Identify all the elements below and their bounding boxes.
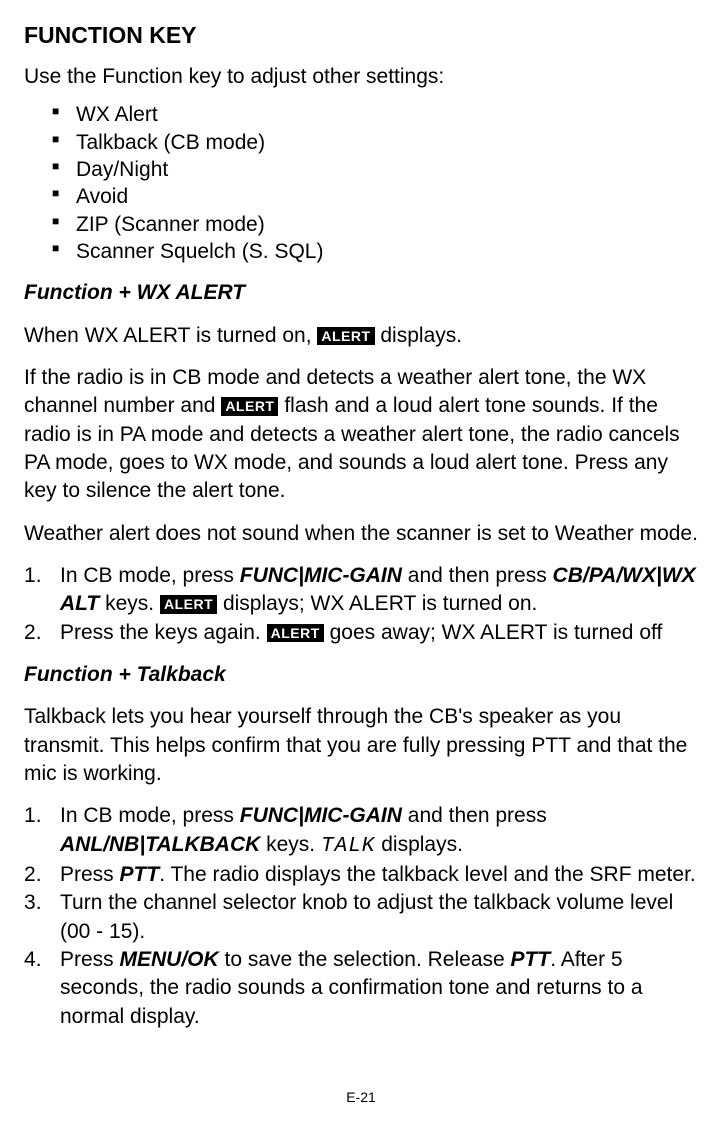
- paragraph: Talkback lets you hear yourself through …: [24, 703, 702, 788]
- key-label: PTT: [511, 948, 551, 971]
- text: keys.: [260, 833, 321, 856]
- step: Press the keys again. ALERT goes away; W…: [24, 619, 702, 647]
- key-label: ANL/NB|TALKBACK: [60, 833, 260, 856]
- step: In CB mode, press FUNC|MIC-GAIN and then…: [24, 802, 702, 861]
- display-text: TALK: [321, 835, 375, 858]
- paragraph: If the radio is in CB mode and detects a…: [24, 364, 702, 506]
- key-label: FUNC|MIC-GAIN: [240, 804, 402, 827]
- text: and then press: [402, 564, 553, 587]
- alert-badge: ALERT: [267, 624, 324, 643]
- subsection-heading-talkback: Function + Talkback: [24, 661, 702, 689]
- text: In CB mode, press: [60, 804, 240, 827]
- text: displays.: [375, 324, 463, 347]
- text: displays.: [375, 833, 463, 856]
- paragraph: Weather alert does not sound when the sc…: [24, 520, 702, 548]
- paragraph: When WX ALERT is turned on, ALERT displa…: [24, 322, 702, 350]
- wx-steps: In CB mode, press FUNC|MIC-GAIN and then…: [24, 562, 702, 647]
- page-number: E-21: [0, 1088, 722, 1107]
- list-item: Avoid: [52, 183, 702, 210]
- settings-list: WX Alert Talkback (CB mode) Day/Night Av…: [52, 101, 702, 265]
- text: keys.: [99, 592, 160, 615]
- step: In CB mode, press FUNC|MIC-GAIN and then…: [24, 562, 702, 619]
- list-item: WX Alert: [52, 101, 702, 128]
- list-item: Day/Night: [52, 156, 702, 183]
- step: Press PTT. The radio displays the talkba…: [24, 861, 702, 889]
- key-label: FUNC|MIC-GAIN: [240, 564, 402, 587]
- alert-badge: ALERT: [160, 595, 217, 614]
- text: Press: [60, 948, 120, 971]
- text: and then press: [402, 804, 547, 827]
- text: goes away; WX ALERT is turned off: [324, 621, 663, 644]
- list-item: Scanner Squelch (S. SQL): [52, 238, 702, 265]
- text: Press the keys again.: [60, 621, 267, 644]
- intro-text: Use the Function key to adjust other set…: [24, 63, 702, 91]
- talkback-steps: In CB mode, press FUNC|MIC-GAIN and then…: [24, 802, 702, 1031]
- step: Turn the channel selector knob to adjust…: [24, 889, 702, 946]
- key-label: MENU/OK: [120, 948, 219, 971]
- text: In CB mode, press: [60, 564, 240, 587]
- step: Press MENU/OK to save the selection. Rel…: [24, 946, 702, 1031]
- alert-badge: ALERT: [221, 397, 278, 416]
- subsection-heading-wx: Function + WX ALERT: [24, 279, 702, 307]
- list-item: ZIP (Scanner mode): [52, 211, 702, 238]
- section-heading: FUNCTION KEY: [24, 20, 702, 51]
- text: . The radio displays the talkback level …: [159, 863, 696, 886]
- text: to save the selection. Release: [219, 948, 511, 971]
- key-label: PTT: [120, 863, 160, 886]
- text: displays; WX ALERT is turned on.: [217, 592, 537, 615]
- text: Press: [60, 863, 120, 886]
- list-item: Talkback (CB mode): [52, 129, 702, 156]
- alert-badge: ALERT: [317, 327, 374, 346]
- text: When WX ALERT is turned on,: [24, 324, 317, 347]
